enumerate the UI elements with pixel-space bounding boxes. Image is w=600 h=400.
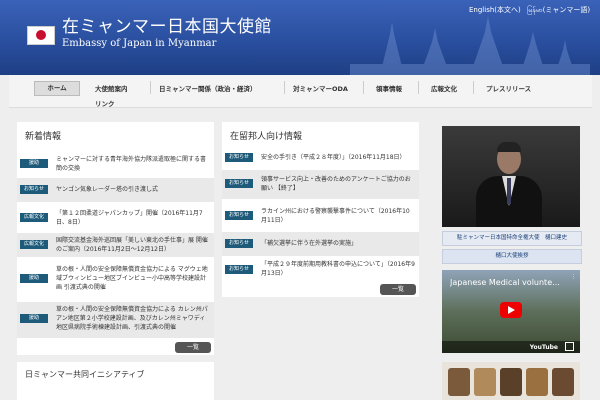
nav-links[interactable]: リンク bbox=[95, 98, 115, 108]
nav-embassy-info[interactable]: 大使館案内 bbox=[95, 83, 128, 93]
list-item[interactable]: 援助 ミャンマーに対する青年海外協力隊派遣取極に関する書簡の交換 bbox=[17, 152, 214, 176]
site-title-ja[interactable]: 在ミャンマー日本国大使館 bbox=[62, 12, 272, 37]
list-item[interactable]: お知らせ 「補欠選挙に伴う在外選挙の実施」 bbox=[222, 232, 419, 256]
info-link[interactable]: ラカイン州における警察襲撃事件について（2016年10月11日） bbox=[261, 207, 415, 225]
category-badge: お知らせ bbox=[20, 185, 48, 194]
news-link[interactable]: ミャンマーに対する青年海外協力隊派遣取極に関する書簡の交換 bbox=[56, 155, 210, 173]
pagoda-silhouette-icon bbox=[350, 16, 590, 75]
news-more-button[interactable]: 一覧 bbox=[175, 342, 211, 353]
nav-press[interactable]: プレスリリース bbox=[486, 83, 531, 93]
myanmar-link[interactable]: မြန်မာ(ミャンマー語) bbox=[527, 5, 590, 16]
main-nav: ホーム 大使館案内 日ミャンマー関係（政治・経済） 対ミャンマーODA 領事情報… bbox=[9, 75, 592, 108]
category-badge: 援助 bbox=[20, 274, 48, 283]
news-link[interactable]: 草の根・人間の安全保障無償資金協力による マグウェ地域ブウィンビュー地区ブインビ… bbox=[56, 265, 210, 292]
nav-divider bbox=[150, 81, 151, 94]
ambassador-name[interactable]: 駐ミャンマー日本国特命全権大使 樋口建史 bbox=[442, 231, 582, 246]
residents-panel: 在留邦人向け情報 お知らせ 安全の手引き（平成２８年度）」（2016年11月18… bbox=[222, 122, 419, 297]
ambassador-greeting-link[interactable]: 樋口大使挨拶 bbox=[442, 249, 582, 264]
list-item[interactable]: お知らせ 安全の手引き（平成２８年度）」（2016年11月18日） bbox=[222, 146, 419, 170]
play-icon[interactable] bbox=[500, 302, 522, 318]
initiative-panel: 日ミャンマー共同イニシアティブ bbox=[17, 362, 214, 400]
list-item[interactable]: お知らせ ヤンゴン気象レーダー塔の引き渡し式 bbox=[17, 178, 214, 202]
video-title: Japanese Medical volunte... bbox=[450, 278, 560, 287]
nav-divider bbox=[473, 81, 474, 94]
nav-divider bbox=[284, 81, 285, 94]
news-title: 新着情報 bbox=[25, 132, 62, 142]
residents-more-button[interactable]: 一覧 bbox=[380, 284, 416, 295]
initiative-title[interactable]: 日ミャンマー共同イニシアティブ bbox=[25, 369, 145, 380]
info-link[interactable]: 安全の手引き（平成２８年度）」（2016年11月18日） bbox=[261, 153, 415, 162]
info-link[interactable]: 領事サービス向上・改善のためのアンケートご協力のお願い 【終了】 bbox=[261, 175, 415, 193]
category-badge: 広報文化 bbox=[20, 213, 48, 222]
residents-title: 在留邦人向け情報 bbox=[230, 132, 303, 142]
news-panel: 新着情報 援助 ミャンマーに対する青年海外協力隊派遣取極に関する書簡の交換 お知… bbox=[17, 122, 214, 355]
news-link[interactable]: 国際交流基金海外巡回展「美しい東北の手仕事」展 開催のご案内（2016年11月2… bbox=[56, 236, 210, 254]
list-item[interactable]: お知らせ 領事サービス向上・改善のためのアンケートご協力のお願い 【終了】 bbox=[222, 170, 419, 199]
category-badge: お知らせ bbox=[225, 211, 253, 220]
category-badge: 援助 bbox=[20, 314, 48, 323]
nav-oda[interactable]: 対ミャンマーODA bbox=[293, 83, 348, 93]
category-badge: お知らせ bbox=[225, 239, 253, 248]
nav-divider bbox=[363, 81, 364, 94]
craft-thumbnail bbox=[448, 368, 470, 396]
craft-thumbnail bbox=[500, 368, 522, 396]
fullscreen-icon[interactable] bbox=[565, 342, 574, 351]
nav-relations[interactable]: 日ミャンマー関係（政治・経済） bbox=[159, 83, 257, 93]
more-options-icon[interactable]: ⋮ bbox=[571, 274, 576, 280]
nav-consular[interactable]: 領事情報 bbox=[376, 83, 402, 93]
category-badge: お知らせ bbox=[225, 265, 253, 274]
list-item[interactable]: 広報文化 「第１２回柔道ジャパンカップ」開催（2016年11月7日、8日） bbox=[17, 206, 214, 230]
category-badge: お知らせ bbox=[225, 179, 253, 188]
list-item[interactable]: お知らせ 「平成２９年度前期用教科書の申込について」（2016年9月13日） bbox=[222, 257, 419, 283]
video-control-bar bbox=[442, 341, 580, 353]
category-badge: お知らせ bbox=[225, 153, 253, 162]
nav-culture[interactable]: 広報文化 bbox=[431, 83, 457, 93]
site-title-en: Embassy of Japan in Myanmar bbox=[62, 38, 217, 49]
list-item[interactable]: 援助 草の根・人間の安全保障無償資金協力による マグウェ地域ブウィンビュー地区ブ… bbox=[17, 262, 214, 298]
news-link[interactable]: 草の根・人間の安全保障無償資金協力による カレン州パアン地区第２小学校建設計画、… bbox=[56, 305, 210, 332]
craft-thumbnail bbox=[552, 368, 574, 396]
category-badge: 援助 bbox=[20, 159, 48, 168]
info-link[interactable]: 「補欠選挙に伴う在外選挙の実施」 bbox=[261, 239, 415, 248]
english-link[interactable]: English(本文へ) bbox=[469, 5, 521, 15]
video-player[interactable]: Japanese Medical volunte... ⋮ YouTube bbox=[442, 270, 580, 353]
japan-flag-icon bbox=[27, 26, 55, 45]
nav-divider bbox=[418, 81, 419, 94]
nav-home[interactable]: ホーム bbox=[34, 81, 80, 96]
ambassador-photo[interactable] bbox=[442, 126, 580, 227]
category-badge: 広報文化 bbox=[20, 240, 48, 249]
news-link[interactable]: 「第１２回柔道ジャパンカップ」開催（2016年11月7日、8日） bbox=[56, 209, 210, 227]
crafts-banner[interactable] bbox=[442, 362, 580, 400]
craft-thumbnail bbox=[526, 368, 548, 396]
site-header: 在ミャンマー日本国大使館 Embassy of Japan in Myanmar… bbox=[0, 0, 600, 75]
craft-thumbnail bbox=[474, 368, 496, 396]
list-item[interactable]: お知らせ ラカイン州における警察襲撃事件について（2016年10月11日） bbox=[222, 202, 419, 230]
list-item[interactable]: 援助 草の根・人間の安全保障無償資金協力による カレン州パアン地区第２小学校建設… bbox=[17, 302, 214, 338]
info-link[interactable]: 「平成２９年度前期用教科書の申込について」（2016年9月13日） bbox=[261, 260, 415, 278]
news-link[interactable]: ヤンゴン気象レーダー塔の引き渡し式 bbox=[56, 185, 210, 194]
youtube-logo[interactable]: YouTube bbox=[530, 344, 558, 351]
list-item[interactable]: 広報文化 国際交流基金海外巡回展「美しい東北の手仕事」展 開催のご案内（2016… bbox=[17, 233, 214, 257]
